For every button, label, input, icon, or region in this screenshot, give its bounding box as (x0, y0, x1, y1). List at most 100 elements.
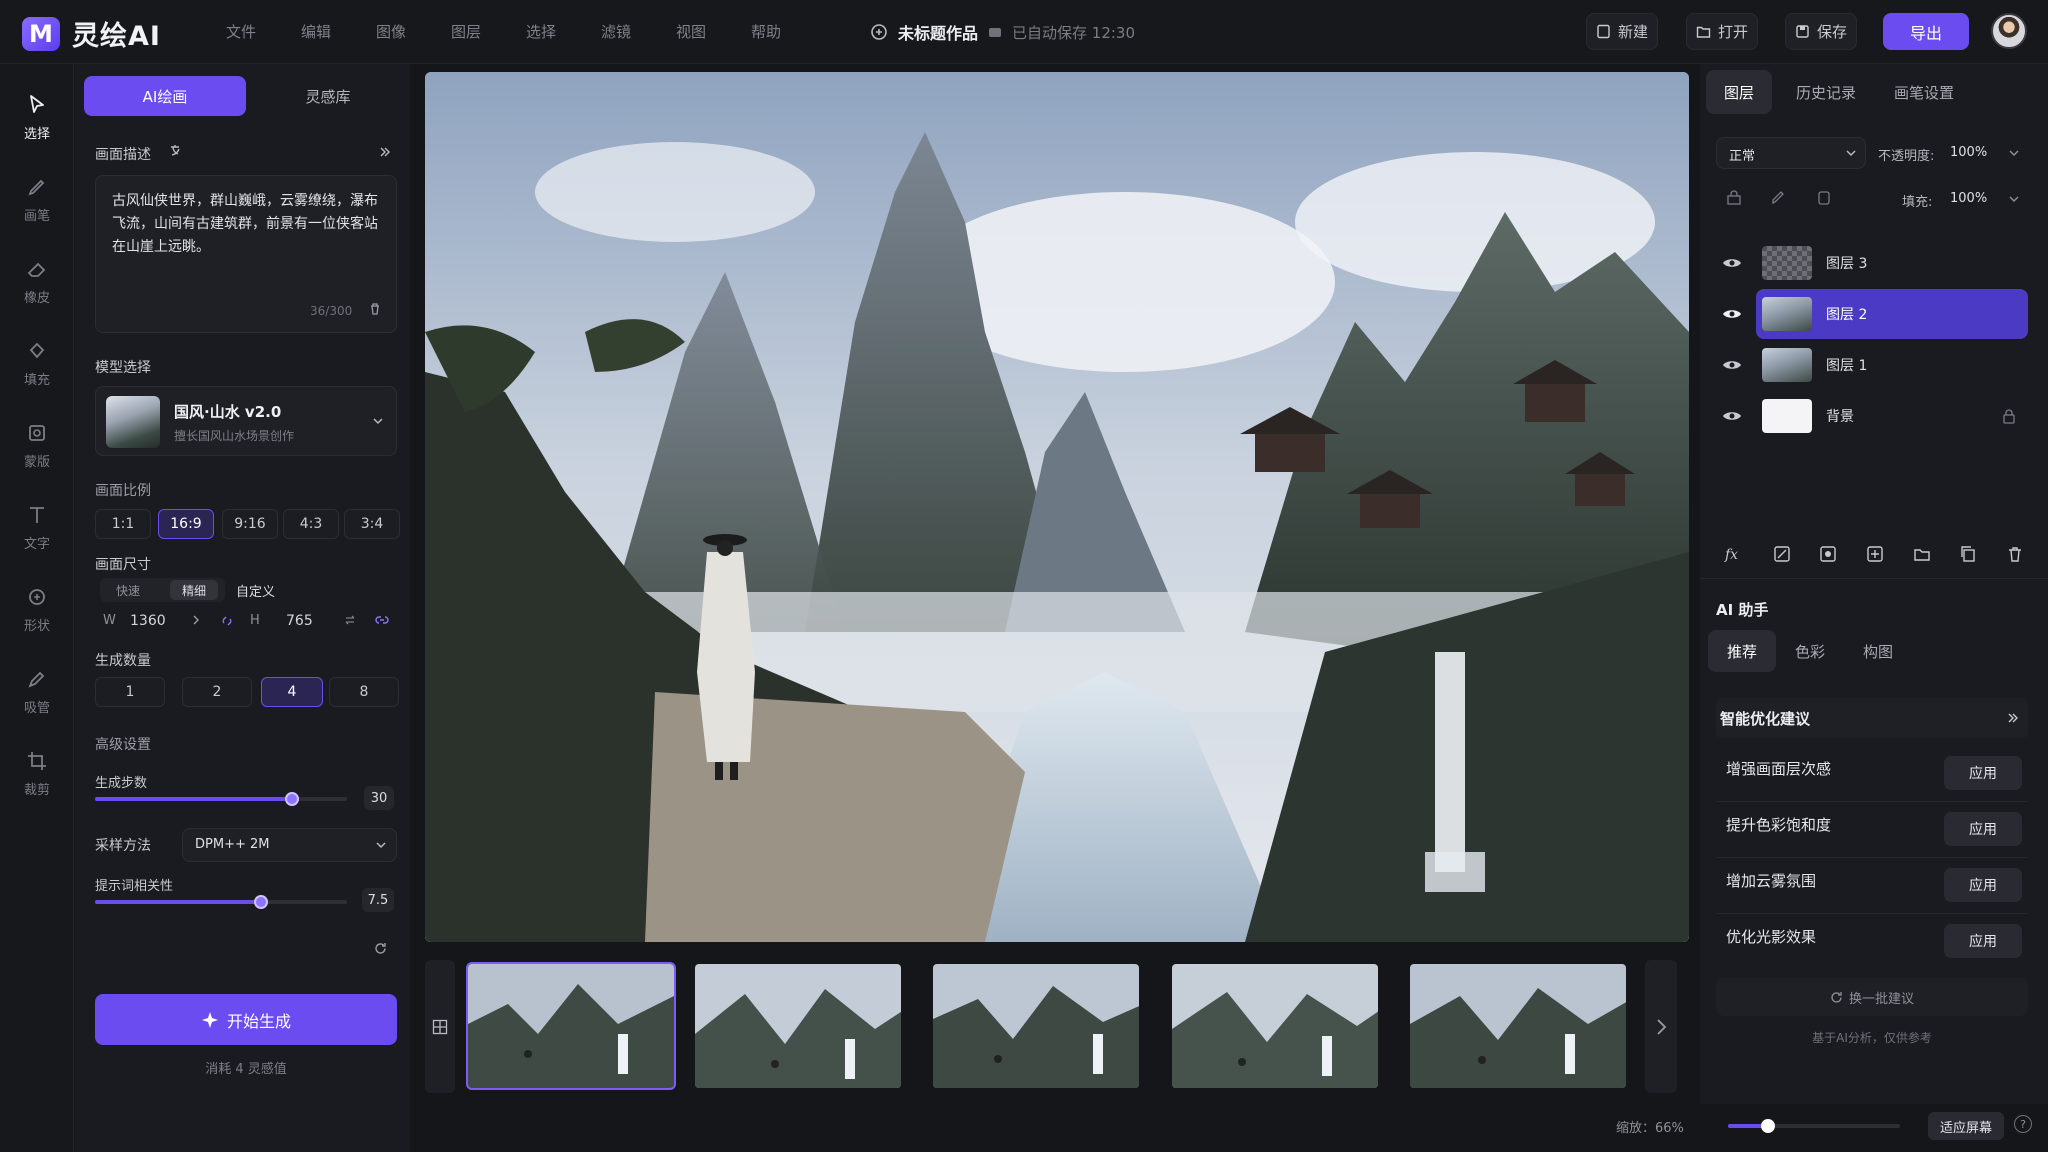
ratio-16-9[interactable]: 16:9 (158, 509, 214, 539)
layer-item-selected[interactable]: 图层 2 (1756, 289, 2028, 339)
export-button[interactable]: 导出 (1883, 13, 1969, 50)
tab-layers[interactable]: 图层 (1706, 70, 1772, 114)
clear-prompt-icon[interactable] (368, 302, 382, 316)
zoom-slider-knob[interactable] (1760, 1119, 1775, 1133)
count-4[interactable]: 4 (261, 677, 323, 707)
layer-row-2[interactable]: 图层 2 (1714, 289, 2030, 339)
assistant-tab-recommend[interactable]: 推荐 (1708, 630, 1776, 672)
steps-slider-knob[interactable] (284, 792, 299, 806)
collapse-icon[interactable] (2006, 711, 2020, 725)
layer-row-1[interactable]: 图层 1 (1714, 340, 2030, 390)
tool-crop[interactable]: 裁剪 (0, 738, 74, 808)
delete-layer-icon[interactable] (2006, 545, 2024, 563)
generate-button[interactable]: 开始生成 (95, 994, 397, 1045)
grid-view-button[interactable] (425, 960, 455, 1093)
layer-item[interactable]: 图层 3 (1756, 238, 2028, 288)
tool-mask[interactable]: 蒙版 (0, 410, 74, 480)
tab-inspiration[interactable]: 灵感库 (248, 76, 408, 116)
ratio-1-1[interactable]: 1:1 (95, 509, 151, 539)
cfg-slider[interactable] (95, 895, 347, 909)
visibility-eye-icon[interactable] (1714, 409, 1750, 423)
visibility-eye-icon[interactable] (1714, 256, 1750, 270)
model-selector[interactable]: 国风·山水 v2.0 擅长国风山水场景创作 (95, 386, 397, 456)
layer-row-background[interactable]: 背景 (1714, 391, 2030, 441)
refresh-suggestions-button[interactable]: 换一批建议 (1716, 978, 2028, 1016)
ratio-4-3[interactable]: 4:3 (283, 509, 339, 539)
ratio-3-4[interactable]: 3:4 (344, 509, 400, 539)
width-input[interactable]: 1360 (130, 613, 166, 629)
layer-lock-icon[interactable] (2002, 408, 2016, 424)
apply-button[interactable]: 应用 (1944, 924, 2022, 958)
expand-icon[interactable] (378, 145, 392, 159)
fill-value[interactable]: 100% (1950, 191, 1987, 206)
menu-item-view[interactable]: 视图 (676, 21, 751, 42)
count-8[interactable]: 8 (329, 677, 399, 707)
steps-value[interactable]: 30 (364, 786, 394, 810)
fit-screen-button[interactable]: 适应屏幕 (1928, 1112, 2004, 1140)
translate-icon[interactable] (168, 143, 186, 161)
apply-button[interactable]: 应用 (1944, 756, 2022, 790)
reset-icon[interactable] (373, 941, 388, 956)
lock-ratio-icon[interactable] (374, 613, 390, 627)
group-layer-icon[interactable] (1913, 545, 1931, 563)
sampler-select[interactable]: DPM++ 2M (182, 828, 397, 862)
size-mode-fast[interactable]: 快速 (116, 582, 140, 599)
fx-effects-icon[interactable]: fx (1724, 545, 1744, 563)
tool-eyedropper[interactable]: 吸管 (0, 656, 74, 726)
tool-brush[interactable]: 画笔 (0, 164, 74, 234)
document-title[interactable]: 未标题作品 (898, 20, 978, 44)
result-thumbnail-4[interactable] (1170, 962, 1380, 1090)
result-thumbnail-3[interactable] (931, 962, 1141, 1090)
height-input[interactable]: 765 (286, 613, 313, 629)
count-1[interactable]: 1 (95, 677, 165, 707)
lock-brush-icon[interactable] (1770, 190, 1786, 206)
assistant-tab-composition[interactable]: 构图 (1844, 630, 1912, 672)
prompt-textarea[interactable]: 古风仙侠世界，群山巍峨，云雾缭绕，瀑布飞流，山间有古建筑群，前景有一位侠客站在山… (95, 175, 397, 333)
fill-chevron-icon[interactable] (2008, 193, 2020, 205)
width-stepper-icon[interactable] (190, 614, 202, 626)
new-layer-icon[interactable] (1866, 545, 1884, 563)
menu-item-filter[interactable]: 滤镜 (601, 21, 676, 42)
duplicate-layer-icon[interactable] (1959, 545, 1977, 563)
menu-item-file[interactable]: 文件 (226, 21, 301, 42)
layer-item[interactable]: 图层 1 (1756, 340, 2028, 390)
link-ratio-icon[interactable] (220, 614, 234, 628)
suggestions-header[interactable]: 智能优化建议 (1716, 698, 2028, 738)
result-thumbnail-2[interactable] (693, 962, 903, 1090)
help-icon[interactable]: ? (2014, 1115, 2032, 1133)
lock-transparency-icon[interactable] (1726, 190, 1742, 206)
new-button[interactable]: 新建 (1586, 13, 1658, 50)
result-thumbnail-1[interactable] (466, 962, 676, 1090)
tab-history[interactable]: 历史记录 (1788, 70, 1864, 114)
tab-brush-settings[interactable]: 画笔设置 (1884, 70, 1964, 114)
menu-item-edit[interactable]: 编辑 (301, 21, 376, 42)
menu-item-image[interactable]: 图像 (376, 21, 451, 42)
layer-item[interactable]: 背景 (1756, 391, 2028, 441)
swap-size-icon[interactable] (344, 614, 356, 626)
menu-item-select[interactable]: 选择 (526, 21, 601, 42)
opacity-value[interactable]: 100% (1950, 145, 1987, 160)
tool-select[interactable]: 选择 (0, 82, 74, 152)
menu-item-help[interactable]: 帮助 (751, 21, 826, 42)
lock-position-icon[interactable] (1816, 190, 1832, 206)
open-button[interactable]: 打开 (1686, 13, 1758, 50)
assistant-tab-color[interactable]: 色彩 (1776, 630, 1844, 672)
apply-button[interactable]: 应用 (1944, 868, 2022, 902)
app-logo[interactable]: M 灵绘AI (22, 14, 161, 53)
cfg-value[interactable]: 7.5 (362, 888, 394, 912)
size-mode-fine[interactable]: 精细 (170, 580, 218, 600)
count-2[interactable]: 2 (182, 677, 252, 707)
steps-slider[interactable] (95, 792, 347, 806)
tool-fill[interactable]: 填充 (0, 328, 74, 398)
blend-mode-select[interactable]: 正常 (1716, 137, 1866, 169)
tab-ai-painting[interactable]: AI绘画 (84, 76, 246, 116)
menu-item-layer[interactable]: 图层 (451, 21, 526, 42)
visibility-eye-icon[interactable] (1714, 358, 1750, 372)
user-avatar[interactable] (1991, 13, 2027, 49)
tool-eraser[interactable]: 橡皮 (0, 246, 74, 316)
zoom-slider[interactable] (1728, 1119, 1900, 1133)
opacity-chevron-icon[interactable] (2008, 147, 2020, 159)
save-button[interactable]: 保存 (1785, 13, 1857, 50)
result-thumbnail-5[interactable] (1408, 962, 1628, 1090)
size-mode-custom[interactable]: 自定义 (236, 581, 275, 600)
